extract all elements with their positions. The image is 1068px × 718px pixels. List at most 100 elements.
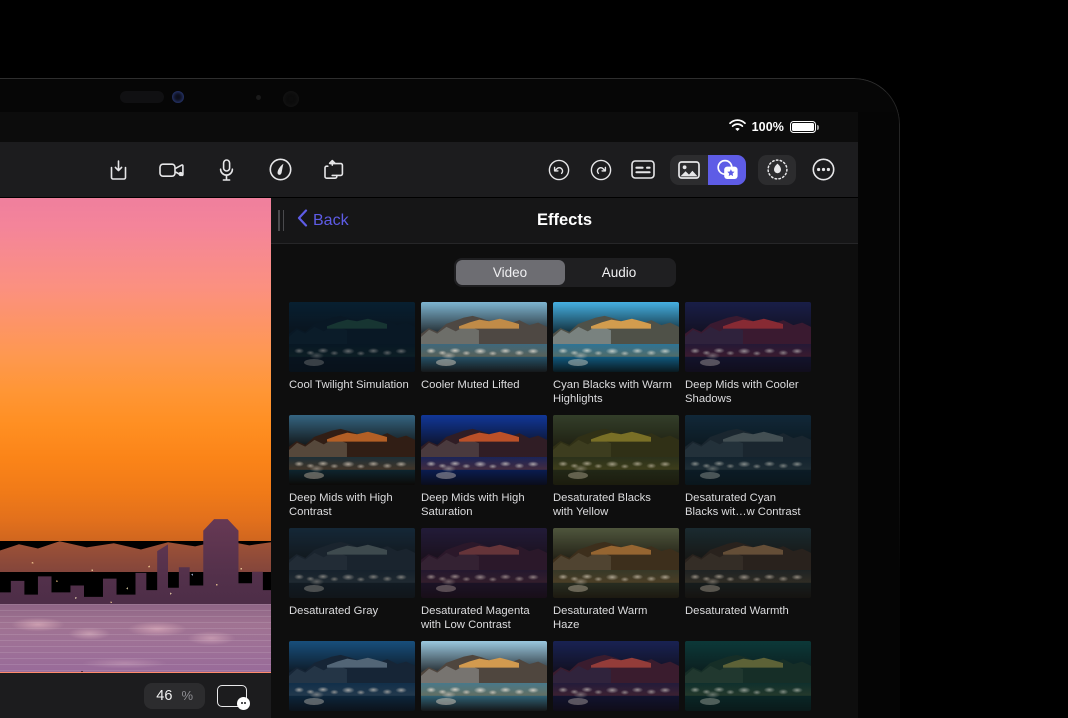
effect-item[interactable]: Desaturated Warm Haze <box>553 528 685 641</box>
effect-item[interactable] <box>553 641 685 718</box>
tab-audio[interactable]: Audio <box>565 260 674 285</box>
effect-item[interactable]: Deep Mids with Cooler Shadows <box>685 302 817 415</box>
effect-item[interactable]: Desaturated Cyan Blacks wit…w Contrast <box>685 415 817 528</box>
magic-wand-circle-icon[interactable] <box>267 157 293 183</box>
effect-thumbnail[interactable] <box>289 641 415 711</box>
speaker-grille <box>120 91 164 103</box>
device-top-bezel <box>0 78 900 112</box>
battery-full-icon <box>790 121 816 134</box>
thumb-color-grade <box>421 528 547 598</box>
effect-thumbnail[interactable] <box>421 528 547 598</box>
indicator-dot <box>256 95 261 100</box>
ambient-sensor-icon <box>172 91 184 103</box>
share-export-button[interactable] <box>321 157 347 183</box>
sunset-sky <box>0 198 271 541</box>
back-label: Back <box>313 212 349 230</box>
effect-thumbnail[interactable] <box>289 528 415 598</box>
effect-label: Deep Mids with High Saturation <box>421 492 541 519</box>
effects-panel: Back Effects Video Audio Cool Twilight S… <box>271 198 858 718</box>
fit-to-screen-icon[interactable] <box>217 685 247 707</box>
wifi-icon <box>729 119 746 135</box>
import-media-button[interactable] <box>105 157 131 183</box>
inspector-panel-icon[interactable] <box>628 155 658 185</box>
color-dial-icon[interactable] <box>758 155 796 185</box>
status-bar: 100% <box>0 112 858 142</box>
effect-item[interactable]: Cooler Muted Lifted <box>421 302 553 415</box>
tab-video[interactable]: Video <box>456 260 565 285</box>
effect-thumbnail[interactable] <box>553 302 679 372</box>
effect-label: Desaturated Blacks with Yellow <box>553 492 673 519</box>
redo-button[interactable] <box>586 155 616 185</box>
thumb-color-grade <box>553 641 679 711</box>
effect-thumbnail[interactable] <box>421 302 547 372</box>
main-toolbar <box>0 142 858 198</box>
media-library-button[interactable] <box>670 155 708 185</box>
thumb-color-grade <box>685 641 811 711</box>
effect-label: Cyan Blacks with Warm Highlights <box>553 379 673 406</box>
effect-label: Deep Mids with High Contrast <box>289 492 409 519</box>
effect-item[interactable]: Deep Mids with High Saturation <box>421 415 553 528</box>
effect-thumbnail[interactable] <box>421 641 547 711</box>
effect-thumbnail[interactable] <box>289 415 415 485</box>
effect-thumbnail[interactable] <box>685 302 811 372</box>
effect-item[interactable]: Cool Twilight Simulation <box>289 302 421 415</box>
preview-frame-image <box>0 198 271 718</box>
more-options-button[interactable] <box>808 155 838 185</box>
effect-item[interactable]: Cyan Blacks with Warm Highlights <box>553 302 685 415</box>
effect-thumbnail[interactable] <box>553 415 679 485</box>
thumb-color-grade <box>685 528 811 598</box>
effect-item[interactable] <box>421 641 553 718</box>
effect-label: Desaturated Warm Haze <box>553 605 673 632</box>
front-camera-icon <box>283 91 299 107</box>
effect-label: Desaturated Magenta with Low Contrast <box>421 605 541 632</box>
thumb-color-grade <box>685 415 811 485</box>
effect-item[interactable]: Desaturated Blacks with Yellow <box>553 415 685 528</box>
thumb-color-grade <box>421 302 547 372</box>
toolbar-left-group <box>0 157 347 183</box>
drag-handle-icon[interactable] <box>278 210 286 231</box>
effect-thumbnail[interactable] <box>289 302 415 372</box>
effect-label: Cooler Muted Lifted <box>421 379 541 393</box>
zoom-level-input[interactable]: 46 % <box>144 683 205 709</box>
thumb-color-grade <box>553 528 679 598</box>
effects-grid: Cool Twilight Simulation Cooler Muted Lif… <box>289 302 849 718</box>
effect-item[interactable]: Deep Mids with High Contrast <box>289 415 421 528</box>
thumb-color-grade <box>421 415 547 485</box>
view-mode-segmented-group <box>670 155 746 185</box>
effect-thumbnail[interactable] <box>685 415 811 485</box>
thumb-color-grade <box>553 415 679 485</box>
back-button[interactable]: Back <box>297 209 349 232</box>
record-video-button[interactable] <box>159 157 185 183</box>
thumb-color-grade <box>421 641 547 711</box>
effect-label: Desaturated Gray <box>289 605 409 619</box>
device-screen: 100% <box>0 112 858 718</box>
effects-type-segmented-control: Video Audio <box>454 258 676 287</box>
chevron-left-icon <box>297 209 308 232</box>
effects-button[interactable] <box>708 155 746 185</box>
effect-item[interactable] <box>289 641 421 718</box>
page-title: Effects <box>271 211 858 230</box>
effect-item[interactable]: Desaturated Warmth <box>685 528 817 641</box>
effect-thumbnail[interactable] <box>685 528 811 598</box>
effects-panel-header: Back Effects <box>271 198 858 244</box>
effect-thumbnail[interactable] <box>553 641 679 711</box>
effect-label: Deep Mids with Cooler Shadows <box>685 379 805 406</box>
thumb-color-grade <box>289 302 415 372</box>
effect-label: Cool Twilight Simulation <box>289 379 409 393</box>
effect-thumbnail[interactable] <box>553 528 679 598</box>
effect-label: Desaturated Cyan Blacks wit…w Contrast <box>685 492 805 519</box>
preview-zoom-bar: 46 % <box>0 672 271 718</box>
effect-item[interactable]: Desaturated Magenta with Low Contrast <box>421 528 553 641</box>
toolbar-right-group <box>544 155 858 185</box>
effect-item[interactable] <box>685 641 817 718</box>
thumb-color-grade <box>289 415 415 485</box>
thumb-color-grade <box>553 302 679 372</box>
effect-thumbnail[interactable] <box>421 415 547 485</box>
undo-button[interactable] <box>544 155 574 185</box>
effect-item[interactable]: Desaturated Gray <box>289 528 421 641</box>
record-audio-button[interactable] <box>213 157 239 183</box>
effect-thumbnail[interactable] <box>685 641 811 711</box>
video-preview-pane[interactable] <box>0 198 271 718</box>
zoom-unit: % <box>181 688 193 703</box>
effect-label: Desaturated Warmth <box>685 605 805 619</box>
